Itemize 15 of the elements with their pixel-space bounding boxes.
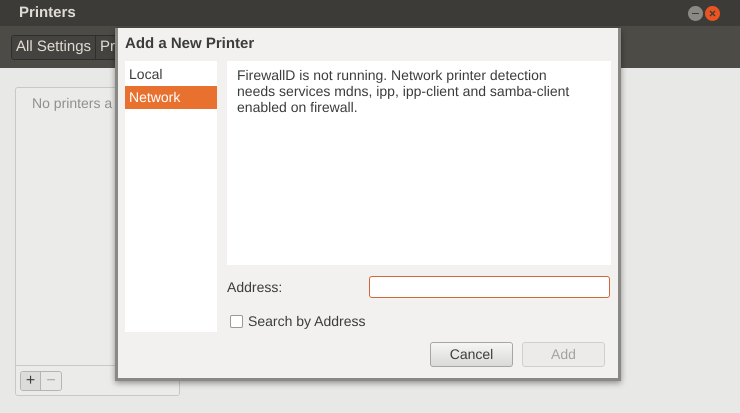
firewall-message: FirewallD is not running. Network printer detection needs services mdns, ipp, ipp-client and samba-client enabled on firewall.: [237, 67, 570, 115]
minimize-button[interactable]: [688, 6, 703, 20]
add-printer-button[interactable]: +: [21, 372, 41, 390]
dialog-title: Add a New Printer: [125, 34, 254, 54]
empty-list-text: No printers a: [32, 95, 112, 111]
address-label: Address:: [227, 278, 284, 296]
cancel-button[interactable]: Cancel: [430, 342, 513, 367]
source-list-item[interactable]: Local: [125, 63, 217, 86]
window-title: Printers: [19, 2, 76, 23]
close-icon: [709, 10, 716, 16]
breadcrumb-button[interactable]: All Settings: [12, 36, 96, 58]
search-by-address-checkbox[interactable]: [230, 315, 243, 328]
close-button[interactable]: [705, 6, 720, 20]
address-field[interactable]: [369, 276, 610, 298]
search-by-address-label: Search by Address: [248, 312, 366, 331]
